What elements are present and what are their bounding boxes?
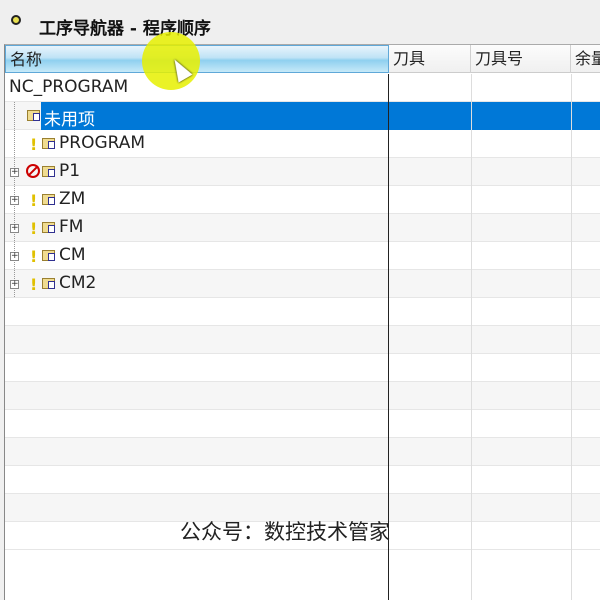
tree-row-program[interactable]: ! PROGRAM — [5, 130, 600, 158]
node-label: NC_PROGRAM — [9, 77, 129, 97]
tree-row-nc_program[interactable]: NC_PROGRAM — [5, 74, 600, 102]
title-bar: 工序导航器 - 程序顺序 — [0, 0, 600, 44]
tree-row-cm[interactable]: +! CM — [5, 242, 600, 270]
tree-row-未用项[interactable]: 未用项 — [5, 102, 600, 130]
warning-icon: ! — [30, 191, 38, 210]
empty-row — [5, 382, 600, 410]
expand-icon[interactable]: + — [10, 168, 19, 177]
program-folder-icon — [42, 166, 55, 177]
warning-icon: ! — [30, 135, 38, 154]
empty-row — [5, 326, 600, 354]
column-tool-number[interactable]: 刀具号 — [471, 45, 571, 73]
column-header: 名称 刀具 刀具号 余量 — [5, 45, 600, 73]
empty-row — [5, 354, 600, 382]
column-divider — [471, 74, 472, 600]
warning-icon: ! — [30, 247, 38, 266]
tree-row-zm[interactable]: +! ZM — [5, 186, 600, 214]
column-divider — [571, 74, 572, 600]
node-label: CM — [59, 245, 86, 265]
program-folder-icon — [42, 222, 55, 233]
node-label: CM2 — [59, 273, 97, 293]
warning-icon: ! — [30, 275, 38, 294]
navigator-pin-icon[interactable] — [11, 15, 21, 25]
expand-icon[interactable]: + — [10, 280, 19, 289]
blocked-icon — [26, 164, 40, 178]
program-folder-icon — [42, 278, 55, 289]
program-folder-icon — [42, 250, 55, 261]
tree-line — [14, 130, 15, 157]
empty-row — [5, 298, 600, 326]
node-label: P1 — [59, 161, 81, 181]
watermark: 公众号：数控技术管家 — [180, 520, 390, 544]
column-stock[interactable]: 余量 — [571, 45, 600, 73]
expand-icon[interactable]: + — [10, 196, 19, 205]
node-label: FM — [59, 217, 84, 237]
program-folder-icon — [42, 138, 55, 149]
tree-row-fm[interactable]: +! FM — [5, 214, 600, 242]
empty-row — [5, 410, 600, 438]
node-label: PROGRAM — [59, 133, 146, 153]
tree-line — [14, 102, 15, 129]
tree-row-cm2[interactable]: +! CM2 — [5, 270, 600, 298]
warning-icon: ! — [30, 219, 38, 238]
node-label: ZM — [59, 189, 86, 209]
node-label: 未用项 — [44, 110, 95, 130]
expand-icon[interactable]: + — [10, 224, 19, 233]
column-tool[interactable]: 刀具 — [389, 45, 471, 73]
selection-highlight — [41, 102, 600, 130]
tree-row-p1[interactable]: + P1 — [5, 158, 600, 186]
program-folder-icon — [42, 194, 55, 205]
empty-row — [5, 466, 600, 494]
program-folder-icon — [27, 110, 40, 121]
expand-icon[interactable]: + — [10, 252, 19, 261]
empty-row — [5, 438, 600, 466]
